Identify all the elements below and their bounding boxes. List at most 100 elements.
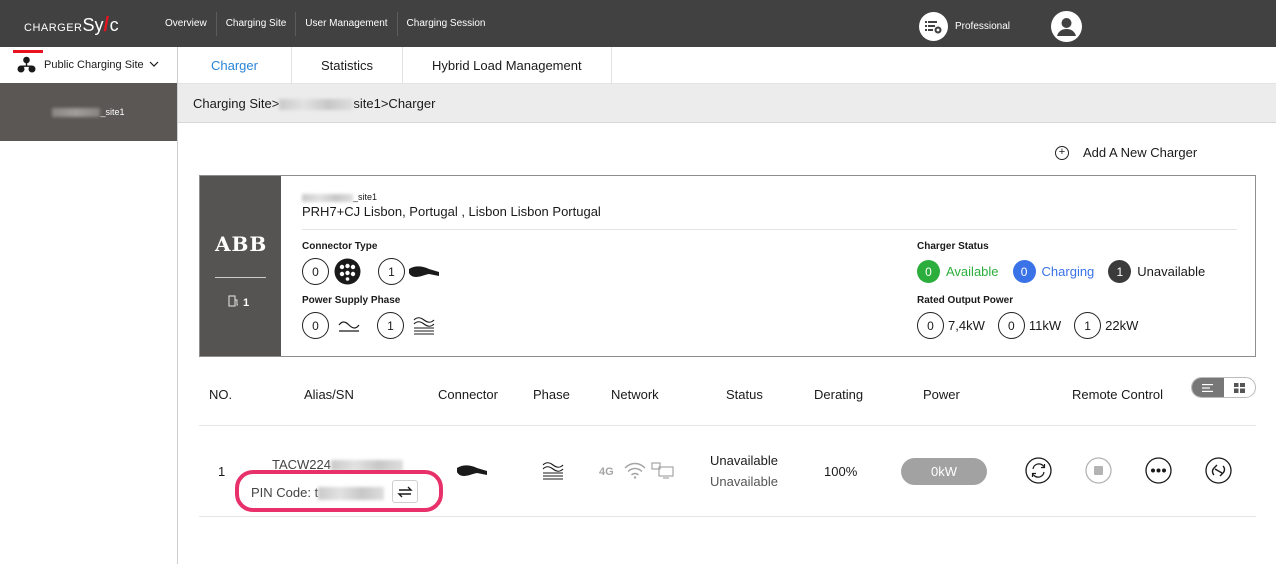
role-label: Professional	[955, 21, 1011, 32]
three-phase-icon	[542, 462, 564, 480]
column-header-derating: Derating	[814, 387, 864, 402]
sidebar: Public Charging Site _site1	[0, 47, 178, 564]
logo-suffix: c	[109, 15, 119, 35]
tab-bar: Charger Statistics Hybrid Load Managemen…	[178, 47, 1276, 84]
column-header-status: Status	[726, 387, 763, 402]
site-name-suffix: _site1	[353, 192, 378, 202]
role-list-icon	[919, 12, 948, 41]
site-name: _site1	[302, 192, 377, 202]
table-divider	[199, 425, 1256, 426]
cable-connector-icon	[409, 265, 439, 277]
tab-statistics[interactable]: Statistics	[292, 47, 403, 83]
output-7kw-label: 7,4kW	[948, 318, 985, 333]
output-7kw-count: 0	[917, 312, 944, 339]
output-22kw-count: 1	[1074, 312, 1102, 339]
column-header-phase: Phase	[533, 387, 570, 402]
row-status-secondary: Unavailable	[710, 474, 778, 489]
abb-logo: ABB	[215, 232, 268, 256]
list-view-button[interactable]	[1192, 378, 1224, 397]
redacted-text	[52, 107, 101, 117]
stop-button[interactable]	[1085, 457, 1112, 484]
site-type-select[interactable]: Public Charging Site	[0, 47, 177, 83]
site-item-label: _site1	[100, 107, 125, 117]
app-logo[interactable]: CHARGERSy/c	[24, 14, 119, 37]
add-charger-button[interactable]: + Add A New Charger	[1055, 145, 1197, 160]
network-4g-badge: 4G	[599, 466, 614, 478]
connector-type-counts: 0 1	[302, 258, 440, 285]
grid-view-button[interactable]	[1224, 378, 1256, 397]
cable-unlock-icon	[1205, 457, 1232, 484]
stop-icon	[1085, 457, 1112, 484]
tab-hybrid-load-management[interactable]: Hybrid Load Management	[403, 47, 612, 83]
status-unavailable-count: 1	[1108, 260, 1132, 283]
plus-circle-icon: +	[1055, 145, 1069, 160]
top-nav: Overview Charging Site User Management C…	[156, 12, 494, 36]
single-phase-icon	[338, 320, 360, 332]
restart-icon	[1025, 457, 1052, 484]
restart-button[interactable]	[1025, 457, 1052, 484]
column-header-remote-control: Remote Control	[1072, 387, 1164, 402]
phase-count-single: 0	[302, 312, 329, 339]
type2-connector-icon	[334, 258, 361, 285]
row-status-primary: Unavailable	[710, 453, 778, 468]
rated-output-counts: 0 7,4kW 0 11kW 1 22kW	[917, 312, 1138, 339]
column-header-network: Network	[611, 387, 659, 402]
top-bar: CHARGERSy/c Overview Charging Site User …	[0, 0, 1276, 47]
grid-view-icon	[1233, 382, 1245, 393]
status-unavailable-label: Unavailable	[1137, 264, 1206, 279]
brand-accent-bar	[13, 50, 43, 53]
row-network: 4G	[599, 462, 675, 479]
connector-count-cable: 1	[378, 258, 405, 285]
chevron-down-icon	[149, 59, 159, 71]
power-phase-counts: 0 1	[302, 312, 436, 339]
breadcrumb-prefix[interactable]: Charging Site>	[193, 96, 279, 111]
site-type-label: Public Charging Site	[44, 59, 144, 71]
breadcrumb-suffix: site1>Charger	[353, 96, 436, 111]
status-charging-label: Charging	[1041, 264, 1095, 279]
power-phase-label: Power Supply Phase	[302, 295, 401, 306]
nav-user-management[interactable]: User Management	[296, 12, 398, 36]
column-header-no: NO.	[209, 387, 233, 402]
phase-count-three: 1	[377, 312, 404, 339]
site-address: PRH7+CJ Lisbon, Portugal , Lisbon Lisbon…	[302, 204, 601, 219]
tab-charger[interactable]: Charger	[178, 47, 292, 83]
unlock-cable-button[interactable]	[1205, 457, 1232, 484]
charger-count: 1	[228, 295, 249, 309]
status-charging-count: 0	[1012, 260, 1036, 283]
logo-prefix: CHARGER	[24, 22, 83, 34]
divider	[302, 229, 1237, 230]
ethernet-icon	[651, 462, 674, 479]
user-avatar[interactable]	[1051, 11, 1082, 42]
more-options-button[interactable]	[1145, 457, 1172, 484]
charger-status-counts: 0 Available 0 Charging 1 Unavailable	[917, 260, 1205, 283]
cable-connector-icon	[457, 465, 487, 476]
divider	[215, 277, 266, 278]
role-switcher[interactable]: Professional	[919, 12, 1010, 41]
three-phase-icon	[413, 316, 435, 335]
wifi-icon	[624, 462, 646, 479]
redacted-text	[279, 99, 354, 111]
output-11kw-label: 11kW	[1028, 318, 1062, 333]
status-available-label: Available	[946, 264, 999, 279]
add-charger-label: Add A New Charger	[1083, 145, 1198, 160]
power-value: 0kW	[931, 464, 957, 479]
list-view-icon	[1202, 383, 1214, 392]
user-icon	[1057, 18, 1076, 36]
output-22kw-label: 22kW	[1105, 318, 1139, 333]
charger-status-label: Charger Status	[917, 241, 989, 252]
redacted-text	[302, 193, 353, 202]
rated-output-label: Rated Output Power	[917, 295, 1014, 306]
nav-charging-session[interactable]: Charging Session	[398, 12, 495, 36]
column-header-alias: Alias/SN	[304, 387, 354, 402]
charger-count-value: 1	[243, 297, 250, 309]
view-mode-toggle[interactable]	[1191, 377, 1256, 398]
nav-charging-site[interactable]: Charging Site	[217, 12, 297, 36]
output-11kw-count: 0	[997, 312, 1025, 339]
logo-big: Sy	[82, 15, 104, 35]
row-connector	[456, 464, 488, 481]
status-available-count: 0	[917, 260, 940, 283]
row-number: 1	[218, 464, 226, 479]
nav-overview[interactable]: Overview	[156, 12, 217, 36]
site-summary-card: ABB 1 _site1 PRH7+CJ Lisbon, Portugal , …	[199, 175, 1256, 357]
sidebar-site-item[interactable]: _site1	[0, 83, 177, 141]
